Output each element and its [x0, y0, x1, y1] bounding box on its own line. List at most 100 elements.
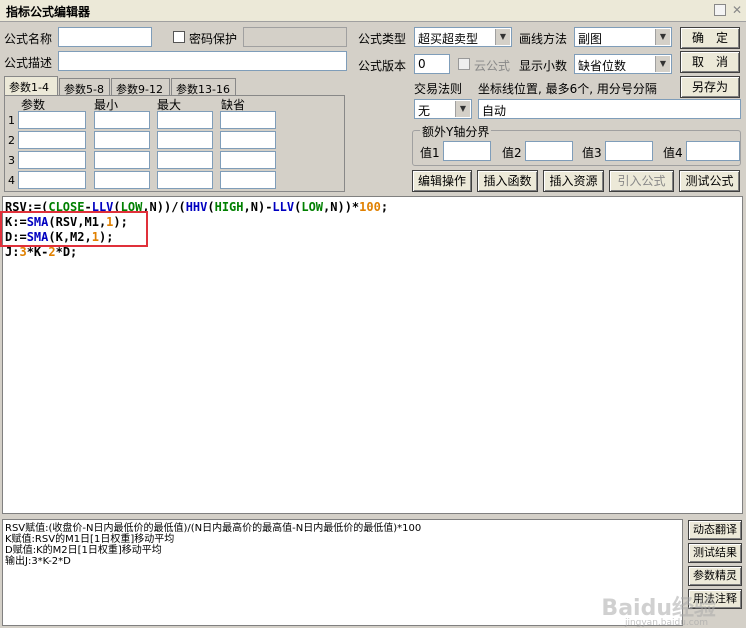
- draw-method-label: 画线方法: [519, 32, 568, 46]
- formula-name-label: 公式名称: [4, 32, 53, 46]
- ok-button[interactable]: 确 定: [680, 27, 740, 49]
- code-token: ;: [380, 200, 389, 214]
- password-checkbox[interactable]: [173, 31, 185, 43]
- value4-input[interactable]: [686, 141, 740, 161]
- formula-version-input[interactable]: 0: [414, 54, 450, 74]
- code-line-4: J:3*K-2*D;: [5, 245, 77, 260]
- output-line: 输出J:3*K-2*D: [5, 556, 71, 567]
- edit-ops-button[interactable]: 编辑操作: [412, 170, 472, 192]
- formula-name-input[interactable]: [58, 27, 152, 47]
- title-bar: 指标公式编辑器 ✕: [0, 0, 746, 22]
- code-token: ,N)-: [243, 200, 273, 214]
- code-token: 2: [48, 245, 56, 259]
- watermark-url: jingyan.baidu.com: [624, 618, 708, 628]
- cancel-button[interactable]: 取 消: [680, 51, 740, 73]
- formula-desc-label: 公式描述: [4, 56, 53, 70]
- trade-rule-label: 交易法则: [414, 82, 463, 96]
- save-as-button[interactable]: 另存为: [680, 76, 740, 98]
- value2-label: 值2: [502, 146, 522, 160]
- maximize-icon[interactable]: [714, 4, 726, 16]
- decimal-value: 缺省位数: [578, 59, 627, 73]
- param-wizard-button[interactable]: 参数精灵: [688, 566, 742, 586]
- code-token: LOW: [301, 200, 324, 214]
- value1-label: 值1: [420, 146, 440, 160]
- cloud-formula-label: 云公式: [474, 59, 511, 73]
- window-title: 指标公式编辑器: [6, 5, 91, 19]
- dynamic-translate-button[interactable]: 动态翻译: [688, 520, 742, 540]
- value4-label: 值4: [663, 146, 683, 160]
- tab-params-9-12[interactable]: 参数9-12: [111, 78, 170, 96]
- param-min-input[interactable]: [94, 131, 150, 149]
- import-formula-button[interactable]: 引入公式: [609, 170, 674, 192]
- param-min-input[interactable]: [94, 171, 150, 189]
- param-tabs: 参数1-4 参数5-8 参数9-12 参数13-16: [4, 76, 344, 97]
- chevron-down-icon[interactable]: ▼: [655, 29, 670, 45]
- code-token: 100: [359, 200, 381, 214]
- decimal-select[interactable]: 缺省位数 ▼: [574, 54, 672, 74]
- param-max-input[interactable]: [157, 151, 213, 169]
- value3-input[interactable]: [605, 141, 653, 161]
- coord-input[interactable]: 自动: [478, 99, 741, 119]
- param-default-input[interactable]: [220, 131, 276, 149]
- value2-input[interactable]: [525, 141, 573, 161]
- cloud-formula-checkbox[interactable]: [458, 58, 470, 70]
- formula-type-label: 公式类型: [358, 32, 407, 46]
- param-default-input[interactable]: [220, 111, 276, 129]
- param-row-number: 3: [8, 154, 15, 167]
- value1-input[interactable]: [443, 141, 491, 161]
- param-max-input[interactable]: [157, 131, 213, 149]
- param-name-input[interactable]: [18, 111, 86, 129]
- param-row-number: 2: [8, 134, 15, 147]
- tab-params-5-8[interactable]: 参数5-8: [59, 78, 110, 96]
- code-token: *D;: [55, 245, 78, 259]
- code-token: (: [207, 200, 215, 214]
- output-line: RSV赋值:(收盘价-N日内最低价的最低值)/(N日内最高价的最高值-N日内最低…: [5, 523, 422, 534]
- draw-method-value: 副图: [578, 32, 603, 46]
- password-input[interactable]: [243, 27, 347, 47]
- code-token: ,N))*: [323, 200, 360, 214]
- trade-rule-value: 无: [418, 104, 431, 118]
- decimal-label: 显示小数: [519, 59, 568, 73]
- param-name-input[interactable]: [18, 171, 86, 189]
- code-token: J:: [5, 245, 20, 259]
- code-token: ,N))/(: [142, 200, 186, 214]
- param-name-input[interactable]: [18, 131, 86, 149]
- code-token: HIGH: [214, 200, 244, 214]
- value3-label: 值3: [582, 146, 602, 160]
- formula-version-label: 公式版本: [358, 59, 407, 73]
- param-min-input[interactable]: [94, 111, 150, 129]
- test-formula-button[interactable]: 测试公式: [679, 170, 740, 192]
- param-default-input[interactable]: [220, 171, 276, 189]
- formula-type-select[interactable]: 超买超卖型 ▼: [414, 27, 512, 47]
- param-default-input[interactable]: [220, 151, 276, 169]
- coord-label: 坐标线位置, 最多6个, 用分号分隔: [478, 82, 657, 96]
- y-axis-legend: 额外Y轴分界: [420, 123, 492, 140]
- tab-params-13-16[interactable]: 参数13-16: [171, 78, 236, 96]
- insert-function-button[interactable]: 插入函数: [477, 170, 538, 192]
- param-max-input[interactable]: [157, 171, 213, 189]
- param-max-input[interactable]: [157, 111, 213, 129]
- code-token: LLV: [272, 200, 295, 214]
- test-result-button[interactable]: 测试结果: [688, 543, 742, 563]
- code-token: HHV: [185, 200, 208, 214]
- highlight-annotation-box: [0, 211, 148, 247]
- output-line: D赋值:K的M2日[1日权重]移动平均: [5, 545, 162, 556]
- close-icon[interactable]: ✕: [732, 4, 742, 16]
- params-panel: 参数 最小 最大 缺省 1 2 3 4: [4, 95, 345, 192]
- param-row-number: 1: [8, 114, 15, 127]
- chevron-down-icon[interactable]: ▼: [455, 101, 470, 117]
- param-min-input[interactable]: [94, 151, 150, 169]
- formula-type-value: 超买超卖型: [418, 32, 479, 46]
- trade-rule-select[interactable]: 无 ▼: [414, 99, 472, 119]
- tab-params-1-4[interactable]: 参数1-4: [4, 76, 58, 97]
- translation-output: RSV赋值:(收盘价-N日内最低价的最低值)/(N日内最高价的最高值-N日内最低…: [2, 519, 683, 626]
- insert-resource-button[interactable]: 插入资源: [543, 170, 604, 192]
- password-label: 密码保护: [189, 32, 238, 46]
- draw-method-select[interactable]: 副图 ▼: [574, 27, 672, 47]
- code-token: *K-: [26, 245, 49, 259]
- chevron-down-icon[interactable]: ▼: [495, 29, 510, 45]
- chevron-down-icon[interactable]: ▼: [655, 56, 670, 72]
- param-row-number: 4: [8, 174, 15, 187]
- formula-desc-input[interactable]: [58, 51, 347, 71]
- param-name-input[interactable]: [18, 151, 86, 169]
